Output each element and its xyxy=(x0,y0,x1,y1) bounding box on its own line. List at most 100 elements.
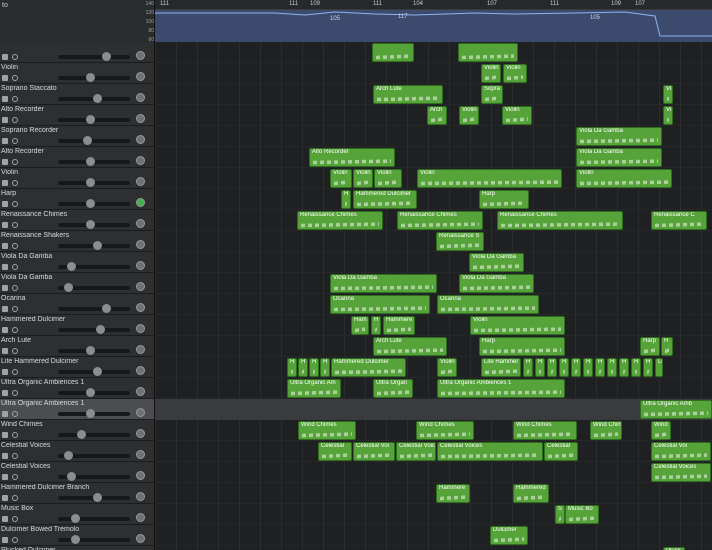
midi-region[interactable]: Vi xyxy=(663,106,673,125)
volume-slider-thumb[interactable] xyxy=(67,262,77,271)
midi-region[interactable]: Viola Da Gamba xyxy=(576,148,662,167)
volume-slider-thumb[interactable] xyxy=(86,409,96,418)
pan-knob[interactable] xyxy=(136,51,145,60)
pan-knob[interactable] xyxy=(136,471,145,480)
headphones-solo-icon[interactable] xyxy=(12,159,18,165)
midi-region[interactable]: H xyxy=(298,358,308,377)
mute-button[interactable] xyxy=(2,327,8,333)
volume-slider-thumb[interactable] xyxy=(95,325,105,334)
track-header[interactable]: Violin xyxy=(0,63,154,84)
headphones-solo-icon[interactable] xyxy=(12,54,18,60)
pan-knob[interactable] xyxy=(136,282,145,291)
track-header[interactable]: Lite Hammered Dulcimer xyxy=(0,357,154,378)
midi-region[interactable]: Renaissance Chimes xyxy=(397,211,483,230)
volume-slider[interactable] xyxy=(58,283,130,292)
volume-slider-thumb[interactable] xyxy=(86,388,96,397)
mute-button[interactable] xyxy=(2,96,8,102)
volume-slider[interactable] xyxy=(58,430,130,439)
midi-region[interactable]: Arch Lute xyxy=(373,337,447,356)
mute-button[interactable] xyxy=(2,285,8,291)
volume-slider[interactable] xyxy=(58,325,130,334)
midi-region[interactable]: H xyxy=(309,358,319,377)
midi-region[interactable]: Celestial xyxy=(318,442,352,461)
midi-region[interactable]: Harp xyxy=(640,337,660,356)
midi-region[interactable]: Violin xyxy=(417,169,562,188)
volume-slider[interactable] xyxy=(58,178,130,187)
volume-slider-thumb[interactable] xyxy=(92,94,102,103)
midi-region[interactable]: Violin xyxy=(374,169,402,188)
track-header[interactable]: Renaissance Shakers xyxy=(0,231,154,252)
midi-region[interactable]: Hammered Dulcimer xyxy=(331,358,406,377)
midi-region[interactable]: S xyxy=(555,505,565,524)
track-header[interactable]: Alto Recorder xyxy=(0,105,154,126)
track-header[interactable]: Renaissance Chimes xyxy=(0,210,154,231)
pan-knob[interactable] xyxy=(136,240,145,249)
volume-slider-thumb[interactable] xyxy=(83,136,93,145)
headphones-solo-icon[interactable] xyxy=(12,327,18,333)
midi-region[interactable]: H xyxy=(643,358,653,377)
pan-knob[interactable] xyxy=(136,429,145,438)
midi-region[interactable]: H xyxy=(320,358,330,377)
mute-button[interactable] xyxy=(2,138,8,144)
midi-region[interactable]: Celestial Voic xyxy=(396,442,436,461)
track-header[interactable]: Hammered Dulcimer xyxy=(0,315,154,336)
mute-button[interactable] xyxy=(2,390,8,396)
midi-region[interactable]: Ultra Organic Ambiences 1 xyxy=(437,379,565,398)
volume-slider-thumb[interactable] xyxy=(86,115,96,124)
midi-region[interactable] xyxy=(372,43,414,62)
mute-button[interactable] xyxy=(2,264,8,270)
volume-slider[interactable] xyxy=(58,451,130,460)
mute-button[interactable] xyxy=(2,495,8,501)
pan-knob[interactable] xyxy=(136,156,145,165)
midi-region[interactable]: Lit xyxy=(655,358,663,377)
track-header[interactable]: Celestial Voices xyxy=(0,441,154,462)
volume-slider-thumb[interactable] xyxy=(86,346,96,355)
track-header[interactable]: Viola Da Gamba xyxy=(0,273,154,294)
volume-slider[interactable] xyxy=(58,157,130,166)
volume-slider-thumb[interactable] xyxy=(92,493,102,502)
volume-slider[interactable] xyxy=(58,304,130,313)
pan-knob[interactable] xyxy=(136,261,145,270)
midi-region[interactable]: Violin xyxy=(503,64,527,83)
volume-slider-thumb[interactable] xyxy=(86,73,96,82)
midi-region[interactable]: Wind Chimes xyxy=(298,421,356,440)
track-header[interactable]: Wind Chimes xyxy=(0,420,154,441)
midi-region[interactable]: Wind Chimes xyxy=(416,421,474,440)
volume-slider-thumb[interactable] xyxy=(102,52,112,61)
pan-knob[interactable] xyxy=(136,366,145,375)
pan-knob[interactable] xyxy=(136,513,145,522)
midi-region[interactable]: Vi xyxy=(663,85,673,104)
mute-button[interactable] xyxy=(2,411,8,417)
arrange-area[interactable]: Violin Violin Arch Lute Sopra Vi Arch Violin Vi… xyxy=(155,42,712,550)
volume-slider-thumb[interactable] xyxy=(86,220,96,229)
volume-slider-thumb[interactable] xyxy=(86,199,96,208)
volume-slider[interactable] xyxy=(58,535,130,544)
mute-button[interactable] xyxy=(2,348,8,354)
midi-region[interactable]: Ocarina xyxy=(437,295,539,314)
headphones-solo-icon[interactable] xyxy=(12,411,18,417)
midi-region[interactable]: Violin xyxy=(502,106,532,125)
volume-slider[interactable] xyxy=(58,367,130,376)
midi-region[interactable]: Ultra Organic Amb xyxy=(640,400,712,419)
mute-button[interactable] xyxy=(2,369,8,375)
midi-region[interactable]: Renaissance S xyxy=(436,232,484,251)
volume-slider-thumb[interactable] xyxy=(86,178,96,187)
midi-region[interactable]: Celestial Voices xyxy=(651,463,711,482)
volume-slider[interactable] xyxy=(58,514,130,523)
midi-region[interactable]: H xyxy=(535,358,545,377)
track-header[interactable]: Arch Lute xyxy=(0,336,154,357)
midi-region[interactable]: H xyxy=(287,358,297,377)
volume-slider-thumb[interactable] xyxy=(86,157,96,166)
midi-region[interactable]: Violin xyxy=(437,358,457,377)
midi-region[interactable]: H xyxy=(583,358,593,377)
midi-region[interactable]: Arch xyxy=(427,106,447,125)
midi-region[interactable]: Violin xyxy=(353,169,373,188)
volume-slider[interactable] xyxy=(58,115,130,124)
midi-region[interactable]: Dulcimer xyxy=(490,526,528,545)
mute-button[interactable] xyxy=(2,117,8,123)
midi-region[interactable]: Viola Da Gamba xyxy=(459,274,534,293)
volume-slider[interactable] xyxy=(58,220,130,229)
volume-slider[interactable] xyxy=(58,409,130,418)
track-header[interactable]: Ultra Organic Ambiences 1 xyxy=(0,378,154,399)
volume-slider[interactable] xyxy=(58,136,130,145)
